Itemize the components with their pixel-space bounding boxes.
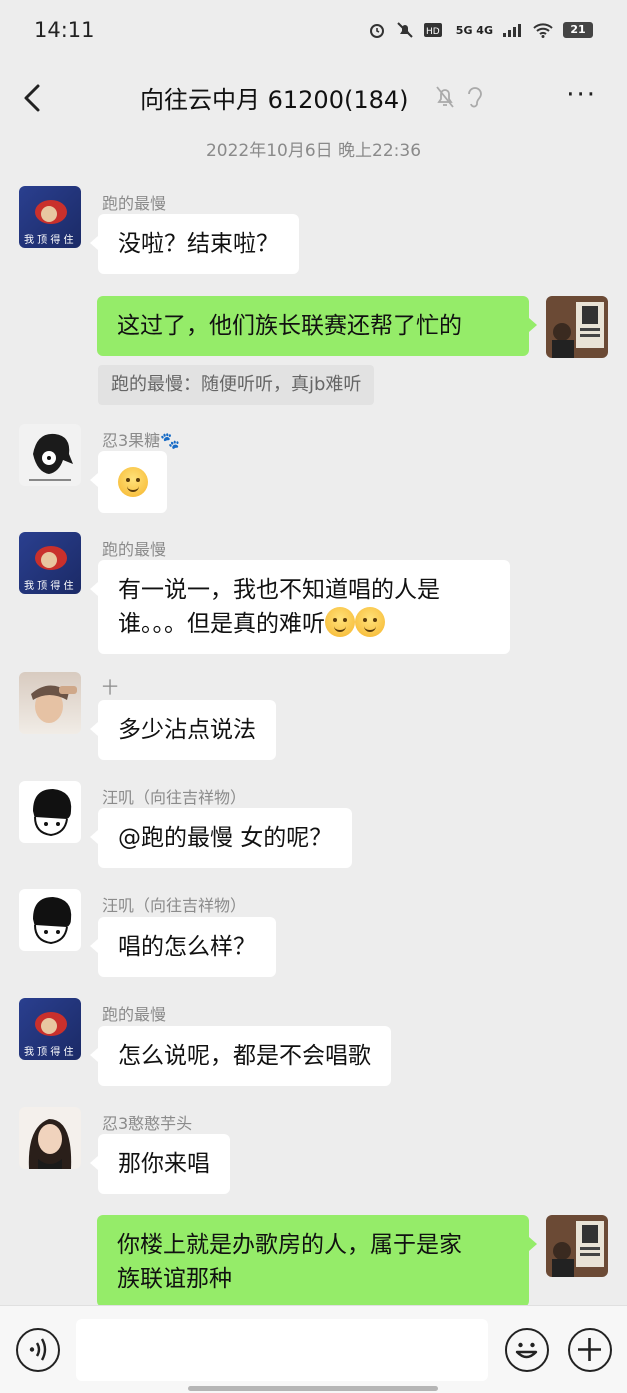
more-options-icon[interactable]: ··· xyxy=(566,80,597,110)
home-indicator[interactable] xyxy=(188,1386,438,1391)
emoji-picker-icon[interactable] xyxy=(505,1328,549,1372)
status-icons: HD 5G 4G 21 xyxy=(368,21,593,39)
message-bubble-self[interactable]: 你楼上就是办歌房的人，属于是家 族联谊那种 xyxy=(97,1215,537,1307)
message-text: 多少沾点说法 xyxy=(118,717,256,743)
sweat-smile-emoji-icon xyxy=(118,467,148,497)
message-bubble[interactable]: 怎么说呢，都是不会唱歌 xyxy=(90,1026,391,1086)
signal-icon xyxy=(503,24,521,37)
pleading-face-emoji-icon xyxy=(355,607,385,637)
avatar[interactable] xyxy=(19,1107,81,1169)
quote-text: 跑的最慢：随便听听，真jb难听 xyxy=(111,374,362,395)
message-text: 唱的怎么样？ xyxy=(118,934,256,960)
chat-timestamp: 2022年10月6日 晚上22:36 xyxy=(205,141,422,161)
message-bubble-self[interactable]: 这过了，他们族长联赛还帮了忙的 xyxy=(97,296,537,356)
message-bubble[interactable] xyxy=(90,451,167,513)
avatar[interactable] xyxy=(19,672,81,734)
sender-name: 跑的最慢 xyxy=(102,540,167,559)
avatar-caption: 我 顶 得 住 xyxy=(24,579,74,592)
message-text-line: 你楼上就是办歌房的人，属于是家 xyxy=(117,1232,462,1258)
voice-input-icon[interactable] xyxy=(16,1328,60,1372)
network-label: 5G 4G xyxy=(455,23,493,37)
chat-header: 向往云中月 61200(184) ··· xyxy=(0,62,627,132)
avatar[interactable]: 我 顶 得 住 xyxy=(19,186,81,248)
mute-notifications-icon xyxy=(436,86,454,108)
avatar[interactable] xyxy=(19,424,81,486)
wifi-icon xyxy=(533,23,553,38)
avatar[interactable] xyxy=(19,781,81,843)
avatar-caption: 我 顶 得 住 xyxy=(24,233,74,246)
avatar-caption: 我 顶 得 住 xyxy=(24,1045,74,1058)
message-bubble[interactable]: 多少沾点说法 xyxy=(90,700,276,760)
battery-icon: 21 xyxy=(563,22,593,38)
status-bar: 14:11 HD 5G 4G 21 xyxy=(0,0,627,60)
sender-name: 汪叽（向往吉祥物） xyxy=(102,788,247,807)
quoted-message[interactable]: 跑的最慢：随便听听，真jb难听 xyxy=(98,365,375,405)
message-text-line: 谁。。。但是真的难听 xyxy=(118,611,325,637)
message-text-line: 族联谊那种 xyxy=(117,1266,232,1292)
sender-name: 跑的最慢 xyxy=(102,1005,167,1024)
my-avatar[interactable] xyxy=(546,1215,608,1277)
clock: 14:11 xyxy=(34,18,95,42)
mute-bell-icon xyxy=(397,22,413,38)
message-text: @跑的最慢 女的呢？ xyxy=(118,825,333,851)
message-input[interactable] xyxy=(76,1319,488,1381)
avatar[interactable]: 我 顶 得 住 xyxy=(19,998,81,1060)
message-bubble[interactable]: 有一说一，我也不知道唱的人是 谁。。。但是真的难听 xyxy=(90,560,510,654)
sender-name: 汪叽（向往吉祥物） xyxy=(102,896,247,915)
earpiece-icon xyxy=(468,87,482,108)
message-text-line: 有一说一，我也不知道唱的人是 xyxy=(118,577,440,603)
my-avatar[interactable] xyxy=(546,296,608,358)
pleading-face-emoji-icon xyxy=(325,607,355,637)
sender-name: 忍3果糖🐾 xyxy=(102,431,181,450)
sender-name: 十 xyxy=(102,678,119,697)
sender-name: 跑的最慢 xyxy=(102,194,167,213)
message-text: 这过了，他们族长联赛还帮了忙的 xyxy=(117,313,462,339)
svg-text:HD: HD xyxy=(426,27,440,37)
hd-icon: HD xyxy=(423,23,442,37)
avatar[interactable]: 我 顶 得 住 xyxy=(19,532,81,594)
message-text: 怎么说呢，都是不会唱歌 xyxy=(118,1043,371,1069)
message-bubble[interactable]: 那你来唱 xyxy=(90,1134,230,1194)
chat-input-bar xyxy=(0,1305,627,1393)
more-actions-plus-icon[interactable] xyxy=(568,1328,612,1372)
sender-name: 忍3憨憨芋头 xyxy=(102,1114,193,1133)
message-bubble[interactable]: 唱的怎么样？ xyxy=(90,917,276,977)
chat-title: 向往云中月 61200(184) xyxy=(140,86,409,114)
alarm-icon xyxy=(369,24,384,38)
message-bubble[interactable]: @跑的最慢 女的呢？ xyxy=(89,808,353,868)
message-text: 那你来唱 xyxy=(118,1151,210,1177)
message-text: 没啦？结束啦？ xyxy=(118,231,279,257)
back-arrow-icon[interactable] xyxy=(18,78,48,118)
message-bubble[interactable]: 没啦？结束啦？ xyxy=(90,214,299,274)
avatar[interactable] xyxy=(19,889,81,951)
